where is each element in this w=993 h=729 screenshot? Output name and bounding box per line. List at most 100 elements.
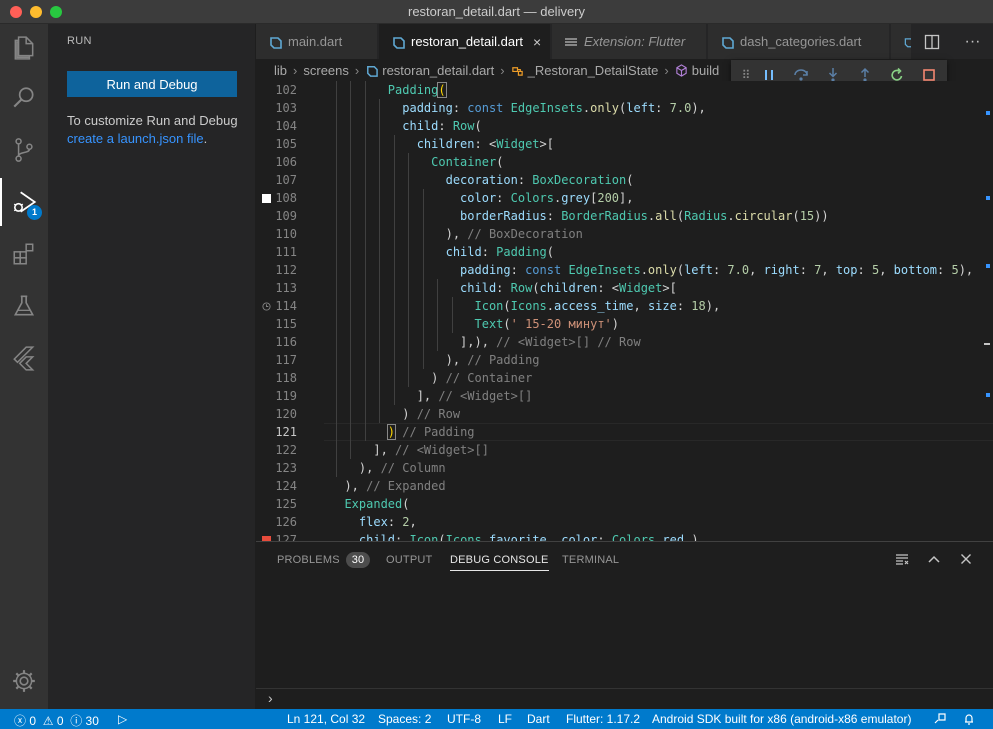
maximize-panel-icon[interactable] (926, 551, 942, 567)
code-line: ], // <Widget>[] (330, 443, 489, 457)
bell-icon[interactable] (962, 712, 976, 726)
bottom-panel: PROBLEMS 30 OUTPUT DEBUG CONSOLE TERMINAL… (256, 541, 993, 709)
line-number: 124 (275, 479, 297, 493)
run-status-icon[interactable]: ▷ (118, 712, 127, 726)
code-line: Text(' 15-20 минут') (474, 317, 620, 331)
code-line: flex: 2, (358, 515, 417, 529)
tab-extension-flutter[interactable]: Extension: Flutter (552, 24, 707, 59)
line-number: 115 (275, 317, 297, 331)
testing-button[interactable] (0, 282, 48, 330)
tab-main-dart[interactable]: main.dart (256, 24, 378, 59)
code-line: Icon(Icons.access_time, size: 18), (474, 299, 721, 313)
line-number-current: 121 (275, 425, 297, 439)
activity-bar: 1 (0, 24, 48, 709)
cursor-position[interactable]: Ln 121, Col 32 (287, 712, 365, 726)
scrollbar-thumb[interactable] (984, 343, 990, 345)
line-number: 123 (275, 461, 297, 475)
code-line: Expanded( (344, 497, 410, 511)
files-icon (14, 36, 34, 60)
code-line: ) // Row (330, 407, 461, 421)
code-line: color: Colors.grey[200], (460, 191, 634, 205)
breadcrumb-class[interactable]: _Restoran_DetailState (528, 63, 659, 78)
clock-icon (262, 302, 271, 311)
tab-dash-categories[interactable]: dash_categories.dart (708, 24, 890, 59)
code-line: ],), // <Widget>[] // Row (330, 335, 641, 349)
code-line: ], // <Widget>[] (330, 389, 533, 403)
problems-status[interactable]: ⓧ 0 ⚠ 0 ⓘ 30 (14, 712, 99, 729)
end-of-line[interactable]: LF (498, 712, 512, 726)
code-line: Padding( (387, 82, 447, 98)
line-number: 112 (275, 263, 297, 277)
line-number: 116 (275, 335, 297, 349)
run-and-debug-button[interactable]: Run and Debug (67, 71, 237, 97)
code-line: padding: const EdgeInsets.only(left: 7.0… (402, 101, 706, 115)
tab-terminal[interactable]: TERMINAL (562, 542, 619, 577)
flutter-button[interactable] (0, 334, 48, 382)
flutter-version[interactable]: Flutter: 1.17.2 (566, 712, 640, 726)
tab-debug-console[interactable]: DEBUG CONSOLE (450, 542, 549, 577)
code-line-current: ) // Padding (386, 424, 475, 440)
extensions-button[interactable] (0, 230, 48, 278)
warning-icon: ⚠ (39, 714, 54, 728)
more-actions-icon[interactable]: ··· (965, 33, 981, 51)
gear-icon (13, 670, 35, 692)
flutter-icon (13, 346, 35, 371)
code-line: borderRadius: BorderRadius.all(Radius.ci… (460, 209, 829, 223)
preview-icon (565, 37, 577, 46)
device-selector[interactable]: Android SDK built for x86 (android-x86 e… (652, 712, 911, 726)
run-sidebar: RUN Run and Debug To customize Run and D… (48, 24, 256, 709)
run-debug-button[interactable]: 1 (0, 178, 48, 226)
indentation[interactable]: Spaces: 2 (378, 712, 431, 726)
line-number: 107 (275, 173, 297, 187)
line-number: 103 (275, 101, 297, 115)
line-number: 125 (275, 497, 297, 511)
feedback-icon[interactable] (933, 712, 947, 726)
console-prompt-icon[interactable]: › (268, 690, 273, 706)
search-button[interactable] (0, 74, 48, 122)
tab-problems[interactable]: PROBLEMS 30 (277, 542, 371, 577)
tab-toolbar: ··· (911, 24, 993, 59)
code-line: children: <Widget>[ (416, 137, 554, 151)
color-swatch-icon (262, 194, 271, 203)
chevron-right-icon: › (500, 62, 505, 78)
close-icon[interactable]: × (533, 34, 541, 50)
console-input-divider (256, 688, 993, 689)
clear-console-icon[interactable] (894, 551, 910, 567)
tab-restoran-detail[interactable]: restoran_detail.dart × (379, 24, 551, 59)
create-launch-json-link[interactable]: create a launch.json file (67, 131, 204, 146)
problems-count-badge: 30 (345, 552, 371, 568)
line-number: 122 (275, 443, 297, 457)
scrollbar-marker (986, 111, 990, 115)
split-editor-icon[interactable] (924, 34, 940, 50)
dart-file-icon (722, 36, 734, 49)
breadcrumb-file[interactable]: restoran_detail.dart (382, 63, 494, 78)
code-line: ), // Expanded (330, 479, 446, 493)
breadcrumb-lib[interactable]: lib (274, 63, 287, 78)
tab-output[interactable]: OUTPUT (386, 542, 432, 577)
code-line: decoration: BoxDecoration( (445, 173, 634, 187)
info-text: To customize Run and Debug (67, 113, 238, 128)
drag-handle-icon[interactable]: ⠿ (739, 68, 753, 82)
chevron-right-icon: › (354, 62, 360, 78)
source-control-button[interactable] (0, 126, 48, 174)
code-line: child: Row(children: <Widget>[ (460, 281, 677, 295)
language-mode[interactable]: Dart (527, 712, 550, 726)
line-number: 105 (275, 137, 297, 151)
encoding[interactable]: UTF-8 (447, 712, 481, 726)
testing-icon (13, 295, 35, 316)
breadcrumb-method[interactable]: build (692, 63, 719, 78)
code-editor[interactable]: 102 103 104 105 106 107 108 109 110 111 … (256, 81, 993, 541)
close-panel-icon[interactable] (958, 551, 974, 567)
code-line: child: Padding( (445, 245, 554, 259)
scrollbar-marker (986, 264, 990, 268)
breadcrumb-screens[interactable]: screens (303, 63, 349, 78)
debug-badge: 1 (27, 205, 42, 220)
code-line: Container( (431, 155, 504, 169)
line-number: 120 (275, 407, 297, 421)
extensions-icon (13, 243, 34, 265)
code-line: padding: const EdgeInsets.only(left: 7.0… (460, 263, 974, 277)
scrollbar-marker (986, 196, 990, 200)
line-number: 119 (275, 389, 297, 403)
explorer-button[interactable] (0, 24, 48, 72)
manage-button[interactable] (0, 657, 48, 705)
